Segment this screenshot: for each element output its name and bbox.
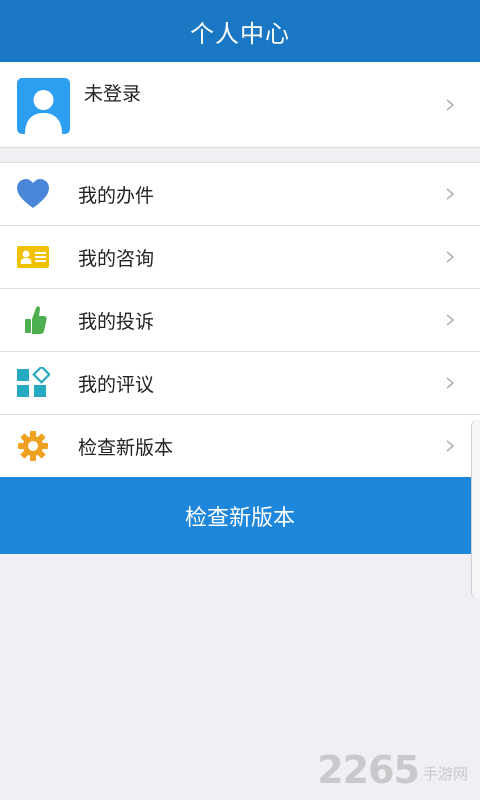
watermark-text: 手游网 [422,765,468,783]
menu-item-label: 我的办件 [78,185,155,207]
id-card-icon [17,246,49,268]
apps-icon [17,367,50,397]
profile-row[interactable]: 未登录 [0,62,480,148]
menu-item-check-update[interactable]: 检查新版本 [0,415,480,478]
chevron-right-icon [446,99,455,111]
check-update-button[interactable]: 检查新版本 [0,477,480,554]
menu-item-label: 我的投诉 [78,311,155,333]
menu-item-my-consultations[interactable]: 我的咨询 [0,226,480,289]
menu-item-label: 检查新版本 [78,437,174,459]
watermark-number: 2265 [317,748,420,792]
thumbs-up-icon [25,306,47,334]
chevron-right-icon [446,251,455,263]
app-header: 个人中心 [0,0,480,62]
menu-item-label: 我的评议 [78,374,155,396]
heart-icon [17,179,49,208]
menu-item-my-cases[interactable]: 我的办件 [0,163,480,226]
chevron-right-icon [446,314,455,326]
menu-item-label: 我的咨询 [78,248,155,270]
gear-icon [18,431,48,461]
menu-list: 我的办件 我的咨询 我的投诉 我的评议 检查新版本 [0,162,480,478]
side-scroll-handle[interactable] [471,420,480,598]
menu-item-my-reviews[interactable]: 我的评议 [0,352,480,415]
login-status: 未登录 [84,83,142,105]
chevron-right-icon [446,377,455,389]
menu-item-my-complaints[interactable]: 我的投诉 [0,289,480,352]
page-title: 个人中心 [190,19,290,48]
chevron-right-icon [446,440,455,452]
watermark: 2265 手游网 [317,748,468,792]
user-avatar-icon [17,78,70,134]
chevron-right-icon [446,188,455,200]
